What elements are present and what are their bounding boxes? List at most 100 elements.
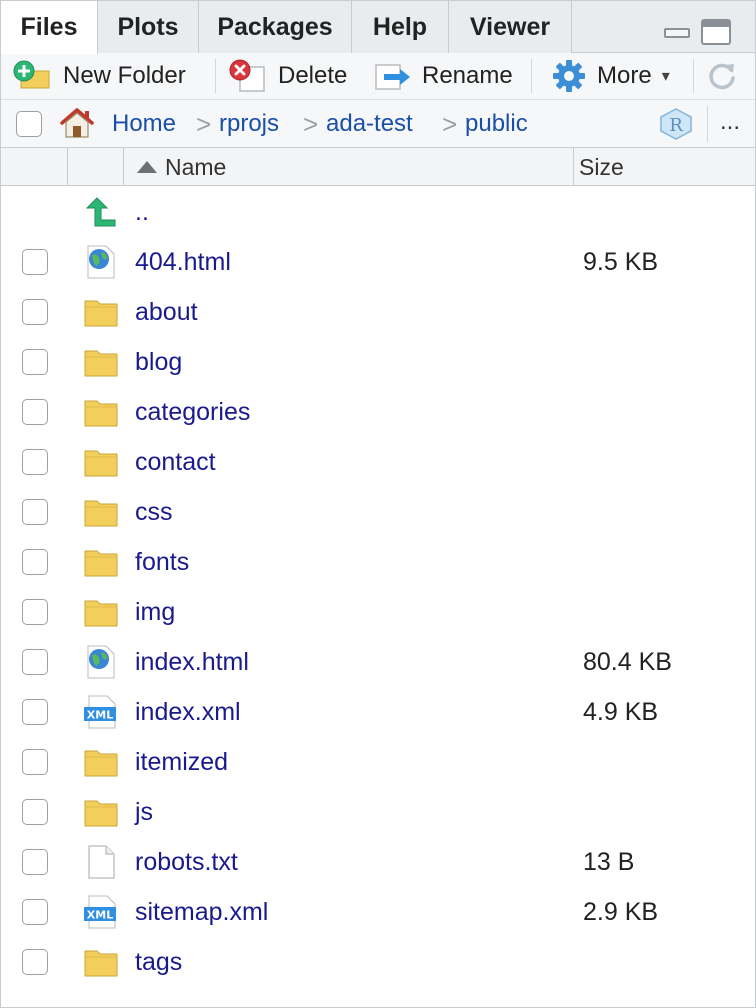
file-row[interactable]: css <box>1 487 755 537</box>
file-name[interactable]: contact <box>135 437 216 487</box>
html-file-icon <box>83 245 119 279</box>
delete-icon <box>228 59 268 93</box>
file-row-parent[interactable]: .. <box>1 187 755 237</box>
file-row[interactable]: about <box>1 287 755 337</box>
tab-plots[interactable]: Plots <box>98 1 199 53</box>
tab-viewer[interactable]: Viewer <box>449 1 572 53</box>
tab-files[interactable]: Files <box>1 1 98 54</box>
minimize-pane-icon[interactable] <box>663 19 691 43</box>
file-name[interactable]: itemized <box>135 737 228 787</box>
row-checkbox[interactable] <box>22 899 48 925</box>
chevron-down-icon: ▾ <box>661 68 670 85</box>
rename-label: Rename <box>422 62 513 89</box>
size-column-header[interactable]: Size <box>579 148 624 186</box>
rename-icon <box>374 59 412 93</box>
row-checkbox[interactable] <box>22 749 48 775</box>
file-size: 80.4 KB <box>583 648 672 676</box>
folder-icon <box>83 345 119 379</box>
file-name[interactable]: robots.txt <box>135 837 238 887</box>
file-row[interactable]: categories <box>1 387 755 437</box>
file-row[interactable]: fonts <box>1 537 755 587</box>
file-row[interactable]: img <box>1 587 755 637</box>
file-name[interactable]: about <box>135 287 198 337</box>
row-checkbox[interactable] <box>22 299 48 325</box>
new-folder-icon <box>13 60 53 92</box>
file-row[interactable]: itemized <box>1 737 755 787</box>
sort-ascending-icon <box>137 161 157 173</box>
file-name[interactable]: index.xml <box>135 687 241 737</box>
row-checkbox[interactable] <box>22 349 48 375</box>
maximize-pane-icon[interactable] <box>701 19 731 45</box>
tab-packages[interactable]: Packages <box>199 1 352 53</box>
breadcrumb-public[interactable]: public <box>465 100 528 148</box>
row-checkbox[interactable] <box>22 549 48 575</box>
rename-button[interactable]: Rename <box>374 53 513 99</box>
file-name[interactable]: index.html <box>135 637 249 687</box>
delete-button[interactable]: Delete <box>228 53 347 99</box>
name-column-label: Name <box>165 154 227 180</box>
file-size: 13 B <box>583 848 635 876</box>
file-name[interactable]: categories <box>135 387 250 437</box>
file-size: 2.9 KB <box>583 898 659 926</box>
file-row[interactable]: XML index.xml 4.9 KB <box>1 687 755 737</box>
breadcrumb-home[interactable]: Home <box>112 100 176 148</box>
file-row[interactable]: index.html 80.4 KB <box>1 637 755 687</box>
file-name[interactable]: 404.html <box>135 237 231 287</box>
file-row[interactable]: XML sitemap.xml 2.9 KB <box>1 887 755 937</box>
tab-bar: Files Plots Packages Help Viewer <box>1 1 755 54</box>
folder-icon <box>83 545 119 579</box>
file-row[interactable]: robots.txt 13 B <box>1 837 755 887</box>
folder-icon <box>83 595 119 629</box>
breadcrumb-separator: > <box>442 109 458 139</box>
row-checkbox[interactable] <box>22 399 48 425</box>
parent-directory-icon <box>83 195 119 229</box>
file-size: 9.5 KB <box>583 248 659 276</box>
file-name[interactable]: tags <box>135 937 182 987</box>
toolbar-divider <box>215 59 216 93</box>
more-options-icon[interactable]: ... <box>720 100 740 148</box>
folder-icon <box>83 795 119 829</box>
file-name[interactable]: img <box>135 587 175 637</box>
file-name[interactable]: blog <box>135 337 182 387</box>
tab-help[interactable]: Help <box>352 1 449 53</box>
home-icon[interactable] <box>58 106 96 140</box>
file-row[interactable]: 404.html 9.5 KB <box>1 237 755 287</box>
file-name[interactable]: css <box>135 487 173 537</box>
r-project-icon[interactable]: R <box>658 107 694 141</box>
toolbar-divider <box>531 59 532 93</box>
column-divider <box>67 148 68 186</box>
row-checkbox[interactable] <box>22 699 48 725</box>
row-checkbox[interactable] <box>22 849 48 875</box>
row-checkbox[interactable] <box>22 649 48 675</box>
select-all-checkbox[interactable] <box>16 111 42 137</box>
gear-icon <box>551 58 587 94</box>
row-checkbox[interactable] <box>22 599 48 625</box>
breadcrumb-separator: > <box>196 109 212 139</box>
file-name[interactable]: sitemap.xml <box>135 887 268 937</box>
row-checkbox[interactable] <box>22 449 48 475</box>
name-column-header[interactable]: Name <box>137 148 226 186</box>
new-folder-button[interactable]: New Folder <box>13 53 186 99</box>
file-name[interactable]: .. <box>135 187 149 237</box>
refresh-button[interactable] <box>705 53 739 99</box>
xml-file-icon: XML <box>83 695 119 729</box>
row-checkbox[interactable] <box>22 799 48 825</box>
folder-icon <box>83 395 119 429</box>
more-label: More <box>597 62 652 89</box>
row-checkbox[interactable] <box>22 249 48 275</box>
breadcrumb-divider <box>707 106 708 142</box>
file-name[interactable]: js <box>135 787 153 837</box>
breadcrumb-ada-test[interactable]: ada-test <box>326 100 413 148</box>
file-row[interactable]: js <box>1 787 755 837</box>
breadcrumb-rprojs[interactable]: rprojs <box>219 100 279 148</box>
refresh-icon <box>705 59 739 93</box>
file-row[interactable]: contact <box>1 437 755 487</box>
row-checkbox[interactable] <box>22 499 48 525</box>
more-menu-button[interactable]: More ▾ <box>551 53 670 99</box>
file-row[interactable]: tags <box>1 937 755 987</box>
breadcrumb: Home > rprojs > ada-test > public R ... <box>1 100 755 148</box>
html-file-icon <box>83 645 119 679</box>
row-checkbox[interactable] <box>22 949 48 975</box>
file-row[interactable]: blog <box>1 337 755 387</box>
file-name[interactable]: fonts <box>135 537 189 587</box>
